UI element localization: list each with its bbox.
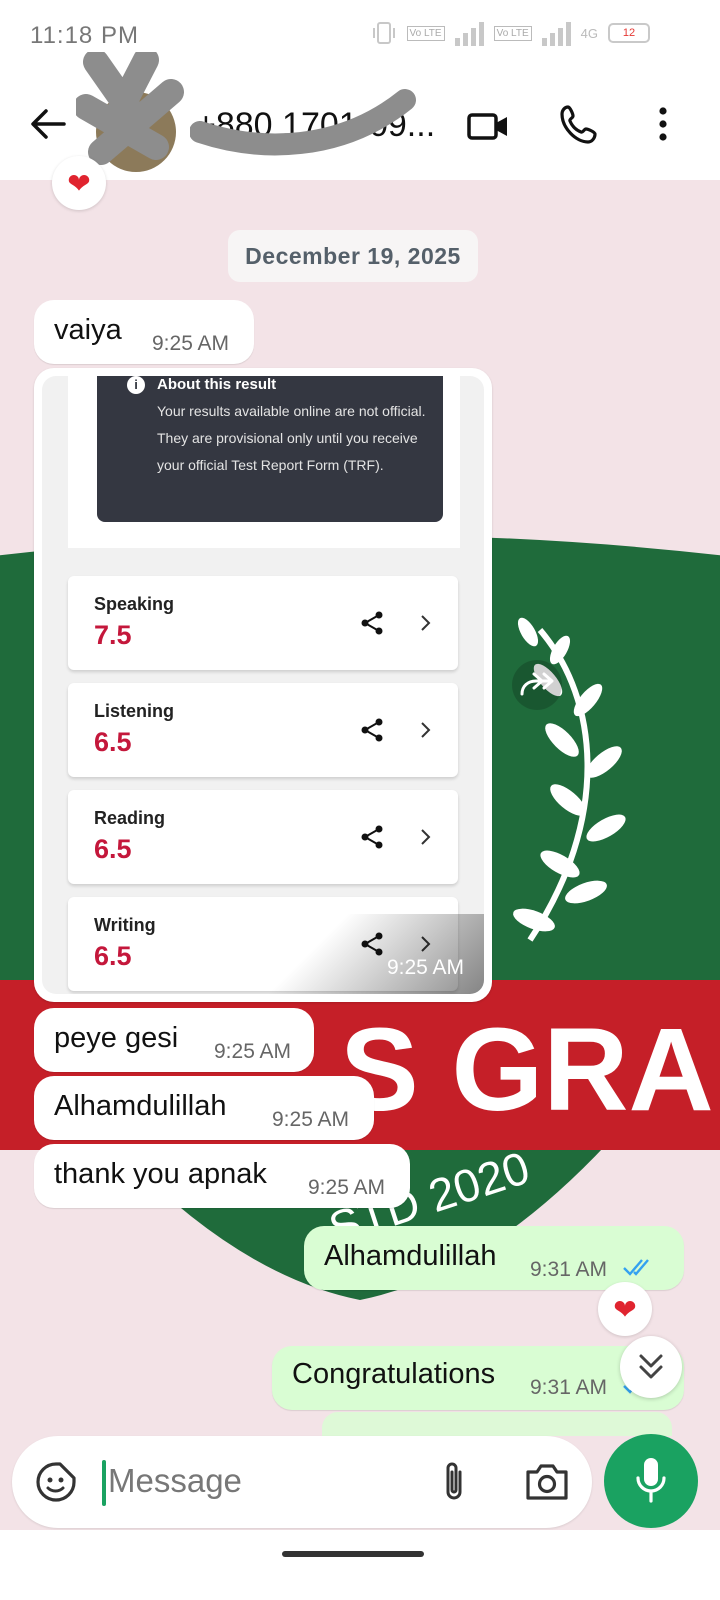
chevron-right-icon: [421, 615, 431, 631]
sticker-emoji-icon[interactable]: [34, 1460, 78, 1504]
message-text: Alhamdulillah: [54, 1090, 227, 1122]
score-label: Writing: [94, 915, 156, 935]
score-value: 6.5: [94, 834, 132, 864]
message-time: 9:25 AM: [386, 956, 464, 979]
signal-icon-2: [541, 20, 571, 46]
chevron-right-icon: [421, 829, 431, 845]
chat-header: +880 1701-09...: [0, 52, 720, 180]
message-bubble-incoming[interactable]: Alhamdulillah 9:25 AM: [34, 1076, 374, 1140]
image-time-shade: [254, 914, 484, 994]
score-label: Reading: [94, 808, 166, 828]
message-bubble-outgoing[interactable]: Alhamdulillah 9:31 AM: [304, 1226, 684, 1290]
share-icon: [361, 611, 383, 635]
read-ticks-icon: [623, 1259, 649, 1276]
heart-reaction[interactable]: ❤: [598, 1282, 652, 1336]
status-time: 11:18 PM: [30, 22, 139, 49]
message-bubble-incoming[interactable]: vaiya 9:25 AM: [34, 300, 254, 364]
message-composer: [12, 1436, 592, 1528]
next-message-bubble-edge: [322, 1412, 672, 1436]
more-options-icon[interactable]: [648, 102, 678, 146]
signal-icon-1: [454, 20, 484, 46]
forward-icon[interactable]: [512, 660, 562, 710]
score-value: 6.5: [94, 727, 132, 757]
heart-icon: ❤: [613, 1293, 637, 1325]
attach-paperclip-icon[interactable]: [436, 1458, 472, 1506]
chevron-right-icon: [421, 722, 431, 738]
image-message[interactable]: i About this result Your results availab…: [34, 368, 492, 1002]
system-nav-bar: [0, 1530, 720, 1600]
date-divider: December 19, 2025: [228, 230, 478, 282]
message-bubble-incoming[interactable]: thank you apnak 9:25 AM: [34, 1144, 410, 1208]
info-body: Your results available online are not of…: [157, 403, 426, 473]
redaction-scribble-avatar: [76, 52, 184, 165]
double-chevron-down-icon: [639, 1354, 663, 1379]
info-box: i About this result Your results availab…: [97, 376, 443, 522]
score-card-reading: Reading 6.5: [68, 790, 458, 884]
heart-reaction-top[interactable]: ❤: [52, 156, 106, 210]
share-icon: [361, 718, 383, 742]
status-icons: Vo LTE Vo LTE 4G 12: [371, 20, 650, 46]
score-card-speaking: Speaking 7.5: [68, 576, 458, 670]
message-time: 9:31 AM: [530, 1258, 608, 1281]
info-title: About this result: [157, 376, 277, 393]
message-text: Alhamdulillah: [324, 1240, 497, 1272]
scroll-to-bottom-button[interactable]: [620, 1336, 682, 1398]
volte-badge-2: Vo LTE: [493, 25, 532, 41]
message-time: 9:31 AM: [530, 1376, 608, 1399]
message-time: 9:25 AM: [152, 332, 230, 355]
score-value: 6.5: [94, 941, 132, 971]
message-text: vaiya: [54, 314, 122, 346]
phone-call-icon[interactable]: [558, 102, 602, 146]
message-input[interactable]: [108, 1456, 408, 1506]
message-time: 9:25 AM: [308, 1176, 386, 1199]
score-label: Listening: [94, 701, 174, 721]
result-screenshot[interactable]: i About this result Your results availab…: [42, 376, 484, 994]
score-card-listening: Listening 6.5: [68, 683, 458, 777]
home-indicator[interactable]: [282, 1551, 424, 1557]
message-text: peye gesi: [54, 1022, 179, 1054]
message-time: 9:25 AM: [214, 1040, 292, 1063]
vibrate-icon: [372, 22, 395, 44]
score-value: 7.5: [94, 620, 132, 650]
network-type: 4G: [580, 25, 598, 41]
volte-badge-1: Vo LTE: [406, 25, 445, 41]
battery-icon: 12: [608, 23, 650, 43]
video-call-icon[interactable]: [466, 104, 510, 148]
wallpaper-text: S GRAM: [340, 1004, 720, 1136]
redaction-scribble-name: [190, 89, 416, 156]
microphone-icon: [636, 1458, 666, 1503]
score-label: Speaking: [94, 594, 175, 614]
message-text: Congratulations: [292, 1358, 496, 1390]
voice-record-button[interactable]: [604, 1434, 698, 1528]
message-bubble-incoming[interactable]: peye gesi 9:25 AM: [34, 1008, 314, 1072]
camera-icon[interactable]: [524, 1462, 570, 1502]
share-icon: [361, 825, 383, 849]
back-arrow-icon[interactable]: [26, 102, 70, 146]
message-time: 9:25 AM: [272, 1108, 350, 1131]
text-cursor: [102, 1460, 106, 1506]
info-icon: i: [127, 376, 145, 394]
heart-icon: ❤: [67, 167, 91, 199]
message-text: thank you apnak: [54, 1158, 267, 1190]
